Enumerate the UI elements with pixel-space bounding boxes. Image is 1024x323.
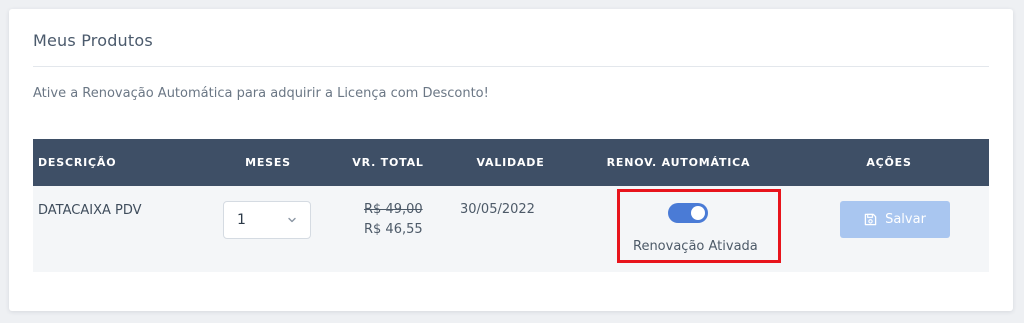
header-validade: VALIDADE xyxy=(476,156,545,169)
chevron-down-icon xyxy=(288,217,296,223)
header-acoes: AÇÕES xyxy=(866,156,912,169)
discounted-price: R$ 46,55 xyxy=(364,222,423,237)
save-button[interactable]: Salvar xyxy=(840,201,950,238)
header-descricao: DESCRIÇÃO xyxy=(38,156,117,169)
floppy-disk-icon xyxy=(864,213,877,226)
divider xyxy=(33,66,989,67)
header-renovacao: RENOV. AUTOMÁTICA xyxy=(606,156,751,169)
table-row: DATACAIXA PDV 1 R$ 49,00 R$ 46,55 30/05/… xyxy=(33,186,989,272)
toggle-knob xyxy=(691,206,705,220)
months-select[interactable]: 1 xyxy=(223,201,311,239)
product-name: DATACAIXA PDV xyxy=(38,203,142,218)
products-card: Meus Produtos Ative a Renovação Automáti… xyxy=(9,9,1013,311)
auto-renewal-toggle[interactable] xyxy=(668,203,708,223)
months-select-value: 1 xyxy=(237,212,246,228)
card-title: Meus Produtos xyxy=(33,31,153,50)
header-meses: MESES xyxy=(245,156,291,169)
header-total: VR. TOTAL xyxy=(352,156,424,169)
renewal-hint-text: Ative a Renovação Automática para adquir… xyxy=(33,86,489,101)
products-table: DESCRIÇÃO MESES VR. TOTAL VALIDADE RENOV… xyxy=(33,139,989,272)
expiry-date: 30/05/2022 xyxy=(460,202,535,217)
original-price: R$ 49,00 xyxy=(364,202,423,217)
table-header: DESCRIÇÃO MESES VR. TOTAL VALIDADE RENOV… xyxy=(33,139,989,186)
auto-renewal-status: Renovação Ativada xyxy=(633,239,758,254)
auto-renewal-highlight: Renovação Ativada xyxy=(617,189,781,263)
save-button-label: Salvar xyxy=(885,212,926,227)
